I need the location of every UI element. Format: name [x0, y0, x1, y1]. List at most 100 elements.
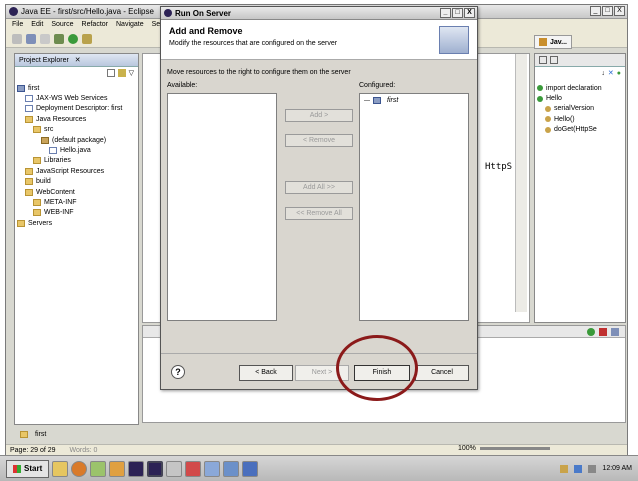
menu-file[interactable]: File	[12, 21, 23, 28]
tree-item-label: WebContent	[36, 188, 75, 196]
tree-item[interactable]: build	[17, 177, 136, 187]
save-icon[interactable]	[26, 33, 36, 44]
tree-item[interactable]: WEB-INF	[17, 208, 136, 218]
add-all-button[interactable]: Add All >>	[285, 181, 353, 194]
menu-source[interactable]: Source	[51, 21, 73, 28]
view-menu-icon[interactable]: ▽	[129, 69, 134, 77]
zoom-slider[interactable]	[479, 447, 550, 450]
tree-item[interactable]: META-INF	[17, 197, 136, 207]
start-server-icon[interactable]	[587, 327, 595, 336]
taskbar-app-eclipse-dialog-icon[interactable]	[147, 460, 164, 477]
dialog-close-button[interactable]: X	[464, 8, 475, 18]
page-status: Page: 29 of 29	[10, 447, 56, 454]
hide-fields-icon[interactable]: ✕	[608, 69, 614, 77]
stop-server-icon[interactable]	[599, 327, 607, 336]
perspective-switcher[interactable]: Jav...	[534, 35, 572, 49]
folder-icon	[25, 188, 33, 196]
remove-button[interactable]: < Remove	[285, 134, 353, 147]
hide-static-icon[interactable]: ●	[617, 70, 621, 77]
folder-icon	[33, 209, 41, 217]
server-project-label[interactable]: first	[35, 431, 46, 438]
outline-toolbar: ↓ ✕ ●	[535, 67, 625, 79]
close-tab-icon[interactable]: ✕	[75, 56, 81, 64]
outline-item[interactable]: Hello()	[537, 114, 623, 124]
outline-item-label: Hello()	[554, 115, 575, 123]
project-explorer-tab[interactable]: Project Explorer	[19, 57, 69, 64]
add-button[interactable]: Add >	[285, 109, 353, 122]
tree-item[interactable]: JavaScript Resources	[17, 166, 136, 176]
outline-member-icon	[537, 95, 543, 102]
tree-item[interactable]: src	[17, 125, 136, 135]
tree-item[interactable]: WebContent	[17, 187, 136, 197]
search-icon[interactable]	[82, 33, 92, 44]
tree-item[interactable]: first	[17, 83, 136, 93]
menu-refactor[interactable]: Refactor	[82, 21, 108, 28]
taskbar-app-calculator-icon[interactable]	[166, 460, 183, 477]
help-icon[interactable]: ?	[171, 365, 185, 379]
outline-item[interactable]: doGet(HttpSe	[537, 125, 623, 135]
tree-item[interactable]: Deployment Descriptor: first	[17, 104, 136, 114]
java-resources-icon	[25, 115, 33, 123]
new-icon[interactable]	[12, 33, 22, 44]
remove-all-button[interactable]: << Remove All	[285, 207, 353, 220]
editor-scrollbar[interactable]	[515, 54, 527, 312]
maximize-button[interactable]: □	[602, 6, 613, 16]
configured-list[interactable]: — first	[359, 93, 469, 321]
publish-icon[interactable]	[611, 327, 619, 336]
system-tray: 12:09 AM	[560, 464, 632, 473]
collapse-all-icon[interactable]	[106, 69, 115, 77]
back-button[interactable]: < Back	[239, 365, 293, 381]
sort-icon[interactable]: ↓	[601, 70, 605, 77]
tray-volume-icon[interactable]	[588, 464, 597, 473]
finish-highlight-circle	[336, 335, 418, 401]
menu-navigate[interactable]: Navigate	[116, 21, 144, 28]
bottom-left-bar: first	[14, 427, 144, 441]
clock[interactable]: 12:09 AM	[602, 465, 632, 472]
debug-icon[interactable]	[54, 33, 64, 44]
configured-item-label: first	[387, 97, 399, 104]
outline-item[interactable]: import declaration	[537, 83, 623, 93]
taskbar-app-eclipse-icon[interactable]	[128, 460, 145, 477]
print-icon[interactable]	[40, 33, 50, 44]
taskbar-app-monitor-icon[interactable]	[223, 460, 240, 477]
menu-edit[interactable]: Edit	[31, 21, 43, 28]
taskbar-app-explorer-icon[interactable]	[52, 460, 69, 477]
close-button[interactable]: X	[614, 6, 625, 16]
minimize-button[interactable]: _	[590, 6, 601, 16]
taskbar-app-acrobat-icon[interactable]	[185, 460, 202, 477]
run-icon[interactable]	[68, 33, 78, 44]
outline-tab-icon[interactable]	[539, 56, 547, 64]
outline-item[interactable]: Hello	[537, 93, 623, 103]
dialog-maximize-button[interactable]: □	[452, 8, 463, 18]
start-button[interactable]: Start	[6, 459, 50, 478]
tray-network-icon[interactable]	[574, 464, 583, 473]
taskbar-app-media-icon[interactable]	[109, 460, 126, 477]
outline-header	[535, 54, 625, 67]
servers-icon	[17, 219, 25, 227]
tree-item-label: Libraries	[44, 157, 71, 165]
tree-expand-icon[interactable]: —	[364, 98, 370, 104]
task-tab-icon[interactable]	[550, 56, 558, 64]
web-project-icon	[373, 97, 381, 104]
tree-item[interactable]: Java Resources	[17, 114, 136, 124]
taskbar-app-notes-icon[interactable]	[204, 460, 221, 477]
available-list[interactable]	[167, 93, 277, 321]
tray-flag-icon[interactable]	[560, 464, 569, 473]
editor-code-fragment: HttpS	[485, 162, 513, 172]
tree-item[interactable]: Libraries	[17, 156, 136, 166]
taskbar-app-firefox-icon[interactable]	[71, 460, 88, 477]
dialog-minimize-button[interactable]: _	[440, 8, 451, 18]
link-editor-icon[interactable]	[117, 69, 126, 77]
taskbar-app-word-icon[interactable]	[242, 460, 259, 477]
outline-item[interactable]: serialVersion	[537, 104, 623, 114]
tree-item[interactable]: Hello.java	[17, 145, 136, 155]
cancel-button[interactable]: Cancel	[415, 365, 469, 381]
tree-item[interactable]: JAX-WS Web Services	[17, 93, 136, 103]
configured-item-first[interactable]: — first	[364, 97, 468, 104]
tree-item[interactable]: Servers	[17, 218, 136, 228]
dialog-heading: Add and Remove	[169, 26, 243, 36]
tree-item[interactable]: (default package)	[17, 135, 136, 145]
taskbar-app-paint-icon[interactable]	[90, 460, 107, 477]
zoom-level[interactable]: 100%	[458, 445, 476, 452]
dialog-instruction: Move resources to the right to configure…	[167, 69, 351, 76]
